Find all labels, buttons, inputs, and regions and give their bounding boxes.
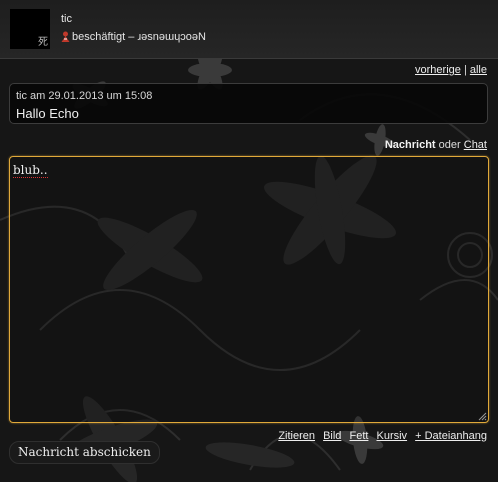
send-message-button[interactable]: Nachricht abschicken <box>9 441 160 464</box>
busy-status-icon <box>61 31 70 42</box>
status-separator: – <box>128 31 135 43</box>
previous-link[interactable]: vorherige <box>415 64 461 76</box>
status-row: beschäftigt – ɹǝsnǝɯɥɔoǝN <box>61 31 206 43</box>
status-text: beschäftigt <box>72 31 126 43</box>
mode-active-label: Nachricht <box>384 139 436 151</box>
quote-link[interactable]: Zitieren <box>278 430 315 442</box>
message-box: tic am 29.01.2013 um 15:08 Hallo Echo <box>9 83 488 124</box>
mode-or: oder <box>438 139 461 151</box>
message-text: Hallo Echo <box>16 106 79 121</box>
format-links: Zitieren Bild Fett Kursiv + Dateianhang <box>273 430 487 442</box>
all-link[interactable]: alle <box>470 64 487 76</box>
status-message: ɹǝsnǝɯɥɔoǝN <box>137 31 206 43</box>
attachment-link[interactable]: + Dateianhang <box>415 430 487 442</box>
message-nav: vorherige | alle <box>415 64 487 76</box>
username: tic <box>61 13 72 25</box>
nav-separator: | <box>463 64 467 76</box>
bold-link[interactable]: Fett <box>349 430 368 442</box>
textarea-value-text: blub.. <box>13 163 48 178</box>
message-textarea-value: blub.. <box>13 163 48 178</box>
chat-link[interactable]: Chat <box>464 139 487 151</box>
resize-handle-icon[interactable] <box>477 411 487 421</box>
message-textarea[interactable]: blub.. <box>9 156 489 423</box>
image-link[interactable]: Bild <box>323 430 341 442</box>
mode-switch: Nachricht oder Chat <box>385 139 487 151</box>
message-meta: tic am 29.01.2013 um 15:08 <box>16 90 153 102</box>
avatar-glyph: 死 <box>38 37 48 48</box>
italic-link[interactable]: Kursiv <box>377 430 408 442</box>
avatar[interactable]: 死 <box>10 9 50 49</box>
profile-header: 死 tic beschäftigt – ɹǝsnǝɯɥɔoǝN <box>0 0 498 59</box>
